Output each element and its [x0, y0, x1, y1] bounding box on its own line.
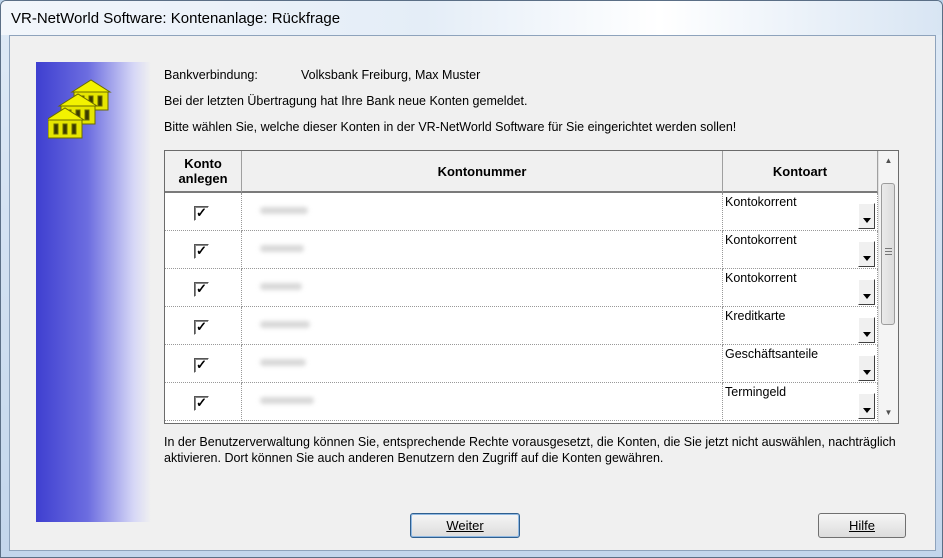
account-type-combo[interactable]: Kreditkarte	[723, 307, 878, 345]
account-type-value: Kontokorrent	[725, 233, 797, 247]
info-line-2: Bitte wählen Sie, welche dieser Konten i…	[164, 120, 737, 134]
checkmark-icon: ✓	[196, 319, 207, 334]
create-cell[interactable]: ✓	[165, 345, 242, 383]
dropdown-arrow-icon[interactable]	[858, 393, 875, 419]
checkmark-icon: ✓	[196, 395, 207, 410]
weiter-button-label: Weiter	[446, 518, 484, 533]
table-row[interactable]: ✓ Geschäftsanteile	[165, 345, 878, 383]
create-checkbox[interactable]: ✓	[194, 396, 209, 411]
window-title: VR-NetWorld Software: Kontenanlage: Rück…	[11, 10, 341, 27]
account-type-combo[interactable]: Kontokorrent	[723, 231, 878, 269]
account-type-value: Geschäftsanteile	[725, 347, 819, 361]
column-header-account-type-label: Kontoart	[772, 163, 828, 179]
account-number-cell[interactable]	[242, 231, 723, 269]
create-cell[interactable]: ✓	[165, 193, 242, 231]
dropdown-arrow-icon[interactable]	[858, 279, 875, 305]
account-type-combo[interactable]: Kontokorrent	[723, 269, 878, 307]
create-cell[interactable]: ✓	[165, 231, 242, 269]
account-type-value: Kontokorrent	[725, 195, 797, 209]
column-header-account-type[interactable]: Kontoart	[723, 151, 878, 193]
redacted-account-number	[260, 207, 308, 214]
create-cell[interactable]: ✓	[165, 383, 242, 421]
create-checkbox[interactable]: ✓	[194, 358, 209, 373]
dropdown-arrow-icon[interactable]	[858, 203, 875, 229]
dropdown-arrow-icon[interactable]	[858, 355, 875, 381]
table-row[interactable]: ✓ Termingeld	[165, 383, 878, 421]
table-row[interactable]: ✓ Kontokorrent	[165, 269, 878, 307]
account-type-combo[interactable]: Geschäftsanteile	[723, 345, 878, 383]
column-header-account-number[interactable]: Kontonummer	[242, 151, 723, 193]
redacted-account-number	[260, 397, 314, 404]
account-number-cell[interactable]	[242, 193, 723, 231]
checkmark-icon: ✓	[196, 205, 207, 220]
redacted-account-number	[260, 359, 306, 366]
column-header-account-number-label: Kontonummer	[437, 163, 527, 179]
checkmark-icon: ✓	[196, 281, 207, 296]
hilfe-button[interactable]: Hilfe	[818, 513, 906, 538]
account-type-value: Kreditkarte	[725, 309, 786, 323]
account-number-cell[interactable]	[242, 269, 723, 307]
checkmark-icon: ✓	[196, 357, 207, 372]
column-header-create[interactable]: Konto anlegen	[165, 151, 242, 193]
account-number-cell[interactable]	[242, 307, 723, 345]
bank-connection-label: Bankverbindung:	[164, 68, 258, 82]
hilfe-button-label: Hilfe	[848, 518, 875, 533]
create-checkbox[interactable]: ✓	[194, 206, 209, 221]
account-number-cell[interactable]	[242, 345, 723, 383]
create-checkbox[interactable]: ✓	[194, 320, 209, 335]
scroll-thumb[interactable]	[881, 183, 895, 325]
dialog-window: VR-NetWorld Software: Kontenanlage: Rück…	[0, 0, 943, 558]
info-line-1: Bei der letzten Übertragung hat Ihre Ban…	[164, 94, 528, 108]
account-type-combo[interactable]: Kontokorrent	[723, 193, 878, 231]
account-type-combo[interactable]: Termingeld	[723, 383, 878, 421]
scroll-up-icon[interactable]: ▲	[879, 151, 898, 171]
scroll-down-icon[interactable]: ▼	[879, 403, 898, 423]
side-banner	[36, 62, 151, 522]
table-row[interactable]: ✓ Kreditkarte	[165, 307, 878, 345]
create-cell[interactable]: ✓	[165, 307, 242, 345]
account-number-cell[interactable]	[242, 383, 723, 421]
dropdown-arrow-icon[interactable]	[858, 317, 875, 343]
bank-connection-value: Volksbank Freiburg, Max Muster	[301, 68, 481, 82]
column-header-create-label: Konto anlegen	[178, 156, 228, 186]
title-bar[interactable]: VR-NetWorld Software: Kontenanlage: Rück…	[1, 1, 942, 35]
create-checkbox[interactable]: ✓	[194, 282, 209, 297]
create-checkbox[interactable]: ✓	[194, 244, 209, 259]
footer-note: In der Benutzerverwaltung können Sie, en…	[164, 435, 896, 465]
dialog-content: Bankverbindung: Volksbank Freiburg, Max …	[9, 35, 936, 551]
redacted-account-number	[260, 245, 304, 252]
checkmark-icon: ✓	[196, 243, 207, 258]
weiter-button[interactable]: Weiter	[410, 513, 520, 538]
create-cell[interactable]: ✓	[165, 269, 242, 307]
redacted-account-number	[260, 283, 302, 290]
vertical-scrollbar[interactable]: ▲ ▼	[878, 151, 898, 423]
table-row[interactable]: ✓ Kontokorrent	[165, 193, 878, 231]
bank-buildings-icon	[48, 79, 112, 139]
account-type-value: Kontokorrent	[725, 271, 797, 285]
scroll-grip-icon	[885, 248, 892, 249]
table-row[interactable]: ✓ Kontokorrent	[165, 231, 878, 269]
dropdown-arrow-icon[interactable]	[858, 241, 875, 267]
redacted-account-number	[260, 321, 310, 328]
accounts-grid: Konto anlegen Kontonummer Kontoart ✓ Kon…	[164, 150, 899, 424]
account-type-value: Termingeld	[725, 385, 787, 399]
